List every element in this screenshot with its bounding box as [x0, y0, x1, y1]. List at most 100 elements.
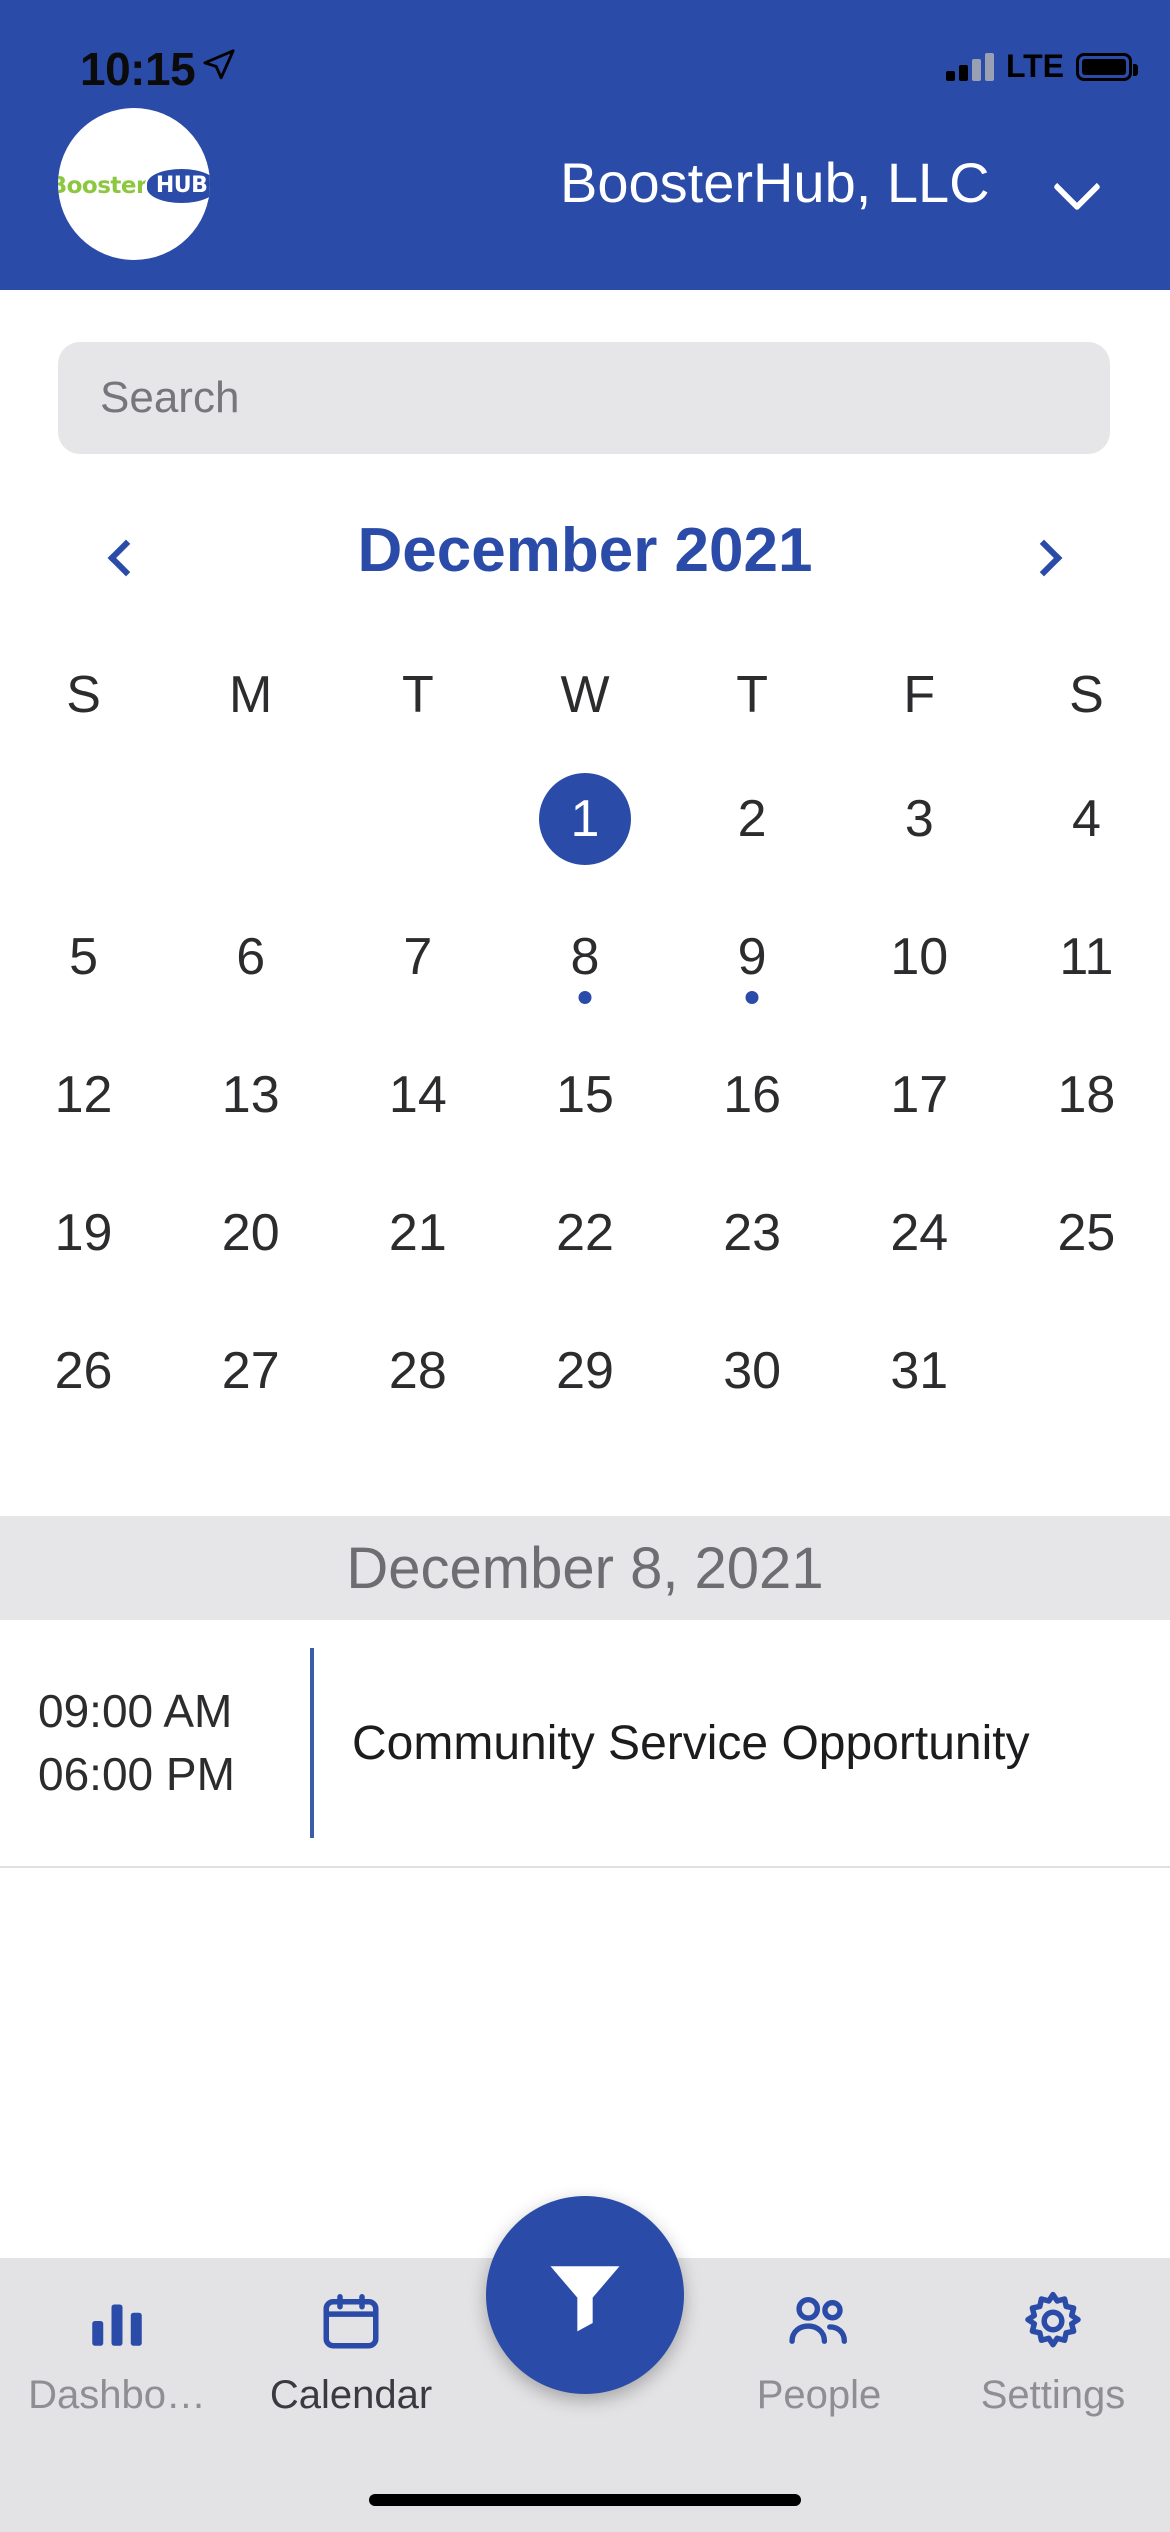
calendar-day[interactable]: 21 [334, 1164, 501, 1302]
tab-label: Calendar [269, 2373, 433, 2417]
calendar-day-number: 19 [54, 1204, 113, 1262]
next-month-button[interactable] [1018, 528, 1078, 588]
app-root: 10:15 LTE Booster HUB BoosterHub, LLC Se [0, 0, 1170, 2532]
calendar-day[interactable]: 30 [669, 1302, 836, 1440]
chevron-down-icon[interactable] [1052, 162, 1102, 212]
weekday-label: F [903, 666, 936, 724]
people-icon [784, 2288, 854, 2359]
calendar-day-number: 21 [388, 1204, 447, 1262]
calendar-day[interactable]: 28 [334, 1302, 501, 1440]
calendar-day[interactable]: 7 [334, 888, 501, 1026]
calendar-day-number: 23 [723, 1204, 782, 1262]
calendar-day[interactable]: 29 [501, 1302, 668, 1440]
calendar-day-number: 7 [403, 928, 433, 986]
selected-date-band: December 8, 2021 [0, 1516, 1170, 1620]
calendar-day[interactable]: 11 [1003, 888, 1170, 1026]
calendar-day-number: 1 [538, 773, 631, 865]
search-section: Search [0, 290, 1170, 454]
calendar-day[interactable]: 10 [836, 888, 1003, 1026]
calendar-day[interactable]: 15 [501, 1026, 668, 1164]
calendar-day[interactable]: 14 [334, 1026, 501, 1164]
calendar-day[interactable]: 6 [167, 888, 334, 1026]
calendar-day[interactable]: 13 [167, 1026, 334, 1164]
event-start-time: 09:00 AM [38, 1684, 233, 1737]
calendar-day-number: 27 [221, 1342, 280, 1400]
status-bar-right: LTE [945, 48, 1138, 85]
tab-label: Settings [980, 2373, 1126, 2417]
bar-chart-icon [84, 2288, 150, 2359]
calendar-day-number: 6 [236, 928, 266, 986]
logo-hub-text: HUB [144, 167, 210, 205]
calendar-day[interactable]: 20 [167, 1164, 334, 1302]
calendar-day-number: 4 [1071, 790, 1101, 848]
calendar-day[interactable]: 8 [501, 888, 668, 1026]
tab-calendar[interactable]: Calendar [234, 2288, 468, 2418]
calendar-day[interactable]: 2 [669, 750, 836, 888]
calendar-day-number: 26 [54, 1342, 113, 1400]
calendar-day[interactable]: 26 [0, 1302, 167, 1440]
tab-dashbo[interactable]: Dashbo… [0, 2288, 234, 2418]
search-input[interactable]: Search [58, 342, 1110, 454]
calendar-day-number: 9 [737, 928, 767, 986]
calendar-day[interactable]: 4 [1003, 750, 1170, 888]
signal-bars-icon [945, 52, 994, 81]
calendar-day[interactable]: 9 [669, 888, 836, 1026]
calendar-grid: SMTWTFS 1 2 3 4 5 6 7 8 9 10 11 12 13 14 15 16 17 18 19 20 2… [0, 640, 1170, 1440]
calendar-week-row: 5 6 7 8 9 10 11 [0, 888, 1170, 1026]
search-placeholder: Search [100, 373, 240, 422]
weekday-header-row: SMTWTFS [0, 640, 1170, 750]
selected-date-label: December 8, 2021 [346, 1535, 824, 1601]
tab-people[interactable]: People [702, 2288, 936, 2418]
weekday-label: S [66, 666, 101, 724]
calendar-day-number: 16 [723, 1066, 782, 1124]
calendar-day-number: 14 [388, 1066, 447, 1124]
calendar-day-number: 20 [221, 1204, 280, 1262]
calendar-day-number: 25 [1057, 1204, 1116, 1262]
calendar-day[interactable]: 16 [669, 1026, 836, 1164]
calendar-day[interactable]: 27 [167, 1302, 334, 1440]
chevron-right-icon [1025, 539, 1063, 577]
calendar-day-number: 12 [54, 1066, 113, 1124]
calendar-day-number: 22 [556, 1204, 614, 1262]
calendar-day-number: 17 [890, 1066, 949, 1124]
calendar-day[interactable]: 25 [1003, 1164, 1170, 1302]
tab-settings[interactable]: Settings [936, 2288, 1170, 2418]
calendar-day[interactable]: 12 [0, 1026, 167, 1164]
calendar-day-number: 3 [904, 790, 934, 848]
calendar-day[interactable]: 23 [669, 1164, 836, 1302]
calendar-day[interactable]: 5 [0, 888, 167, 1026]
calendar-day-number: 18 [1057, 1066, 1116, 1124]
calendar-day-number: 10 [890, 928, 949, 986]
weekday-label: W [560, 666, 610, 724]
network-label: LTE [1005, 48, 1064, 84]
filter-fab-button[interactable] [486, 2196, 684, 2394]
calendar-day-number: 11 [1059, 928, 1114, 986]
gear-icon [1020, 2288, 1086, 2359]
calendar-day-number: 31 [890, 1342, 949, 1400]
calendar-day[interactable]: 24 [836, 1164, 1003, 1302]
event-dot-indicator [745, 991, 759, 1004]
event-title: Community Service Opportunity [352, 1716, 1030, 1770]
event-end-time: 06:00 PM [38, 1748, 235, 1800]
calendar-day-number: 24 [890, 1204, 949, 1262]
calendar-week-row: 1 2 3 4 [0, 750, 1170, 888]
calendar-day-number: 5 [69, 928, 99, 986]
calendar-week-row: 12 13 14 15 16 17 18 [0, 1026, 1170, 1164]
calendar-day[interactable]: 3 [836, 750, 1003, 888]
calendar-day[interactable]: 19 [0, 1164, 167, 1302]
calendar-day[interactable]: 22 [501, 1164, 668, 1302]
filter-funnel-icon [550, 2266, 620, 2332]
event-row[interactable]: 09:00 AM 06:00 PM Community Service Opport… [0, 1620, 1170, 1868]
calendar-day[interactable]: 17 [836, 1026, 1003, 1164]
app-logo: Booster HUB [58, 108, 210, 260]
weekday-label: T [401, 666, 434, 724]
event-dot-indicator [578, 991, 592, 1004]
calendar-day[interactable]: 18 [1003, 1026, 1170, 1164]
calendar-day[interactable]: 31 [836, 1302, 1003, 1440]
location-arrow-icon [202, 48, 236, 87]
calendar-day-number: 8 [570, 928, 600, 986]
calendar-day-number: 2 [737, 790, 767, 848]
tab-label: Dashbo… [28, 2373, 206, 2417]
logo-booster-text: Booster [58, 173, 147, 199]
calendar-day-selected[interactable]: 1 [501, 750, 668, 888]
